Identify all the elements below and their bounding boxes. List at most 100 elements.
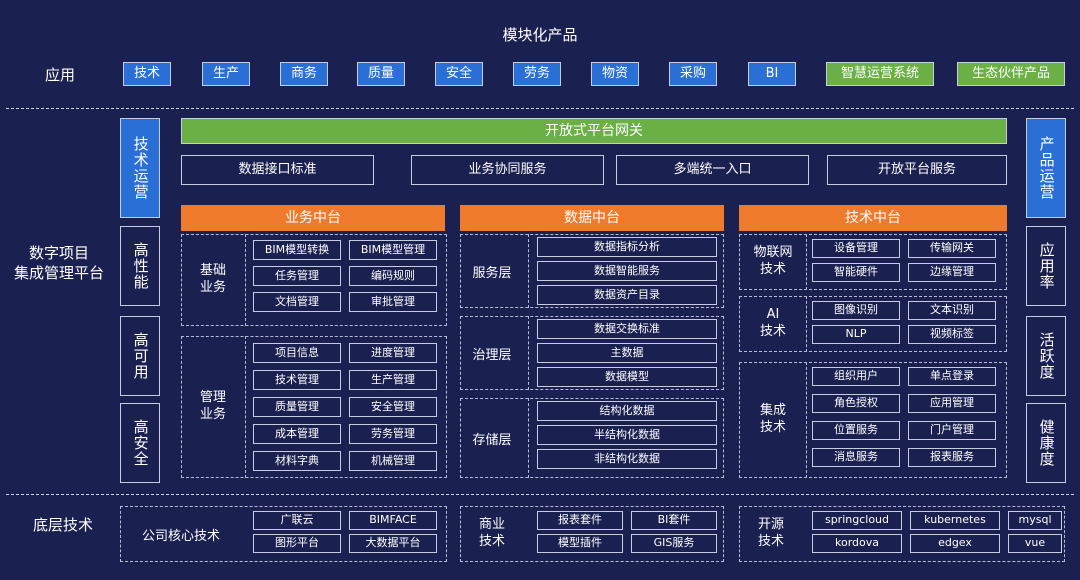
business-item[interactable]: 成本管理: [253, 424, 341, 444]
tech-item[interactable]: 消息服务: [812, 448, 900, 467]
tech-group-divider: [806, 234, 807, 290]
bottom-tech-label: 底层技术: [32, 515, 93, 534]
app-item[interactable]: BI: [748, 62, 796, 86]
app-item[interactable]: 劳务: [513, 62, 561, 86]
business-item[interactable]: BIM模型管理: [349, 240, 437, 260]
tech-item[interactable]: NLP: [812, 325, 900, 344]
data-item[interactable]: 数据智能服务: [537, 261, 717, 281]
app-item[interactable]: 技术: [123, 62, 171, 86]
app-item[interactable]: 物资: [591, 62, 639, 86]
tech-group-divider: [806, 296, 807, 352]
gateway-item[interactable]: 开放平台服务: [827, 155, 1007, 185]
tech-item[interactable]: 门户管理: [908, 421, 996, 440]
data-item[interactable]: 主数据: [537, 343, 717, 363]
right-pillar[interactable]: 产品运营: [1026, 118, 1066, 218]
left-pillar[interactable]: 高性能: [120, 226, 160, 306]
tech-item[interactable]: 组织用户: [812, 367, 900, 386]
business-middle-header: 业务中台: [181, 205, 445, 231]
business-item[interactable]: 文档管理: [253, 292, 341, 312]
business-item[interactable]: 材料字典: [253, 451, 341, 471]
data-item[interactable]: 非结构化数据: [537, 449, 717, 469]
mgmt-business-label: 管理 业务: [199, 390, 226, 422]
business-item[interactable]: 机械管理: [349, 451, 437, 471]
os-tech-item[interactable]: mysql: [1008, 511, 1062, 530]
left-pillar[interactable]: 高可用: [120, 316, 160, 396]
tech-item[interactable]: 传输网关: [908, 239, 996, 258]
gateway-item[interactable]: 多端统一入口: [616, 155, 809, 185]
business-item[interactable]: 技术管理: [253, 370, 341, 390]
tech-group-label: 物联网 技术: [753, 245, 793, 277]
business-item[interactable]: 审批管理: [349, 292, 437, 312]
tech-item[interactable]: 应用管理: [908, 394, 996, 413]
tech-item[interactable]: 图像识别: [812, 301, 900, 320]
os-tech-item[interactable]: vue: [1008, 534, 1062, 553]
app-item-green[interactable]: 生态伙伴产品: [957, 62, 1065, 86]
right-pillar[interactable]: 健康度: [1026, 403, 1066, 483]
right-pillar[interactable]: 应用率: [1026, 226, 1066, 306]
core-tech-item[interactable]: BIMFACE: [349, 511, 437, 530]
data-item[interactable]: 半结构化数据: [537, 425, 717, 445]
tech-item[interactable]: 设备管理: [812, 239, 900, 258]
app-item[interactable]: 商务: [280, 62, 328, 86]
os-tech-label: 开源 技术: [757, 517, 784, 549]
business-item[interactable]: 劳务管理: [349, 424, 437, 444]
base-business-divider: [245, 234, 246, 326]
business-item[interactable]: BIM模型转换: [253, 240, 341, 260]
business-item[interactable]: 安全管理: [349, 397, 437, 417]
data-layer-label: 存储层: [472, 432, 512, 448]
business-item[interactable]: 进度管理: [349, 343, 437, 363]
biz-tech-item[interactable]: GIS服务: [631, 534, 717, 553]
data-middle-header: 数据中台: [460, 205, 724, 231]
data-layer-divider: [528, 398, 529, 478]
tech-group-divider: [806, 362, 807, 478]
gateway-item[interactable]: 业务协同服务: [411, 155, 604, 185]
biz-tech-item[interactable]: 模型插件: [537, 534, 623, 553]
biz-tech-label: 商业 技术: [478, 517, 505, 549]
separator-top: [6, 108, 1074, 109]
platform-gateway-bar[interactable]: 开放式平台网关: [181, 118, 1007, 144]
platform-title: 数字项目 集成管理平台: [13, 243, 104, 282]
data-layer-label: 治理层: [472, 347, 512, 363]
tech-item[interactable]: 单点登录: [908, 367, 996, 386]
mgmt-business-divider: [245, 336, 246, 478]
app-item[interactable]: 采购: [669, 62, 717, 86]
os-tech-item[interactable]: edgex: [910, 534, 1000, 553]
data-item[interactable]: 结构化数据: [537, 401, 717, 421]
left-pillar[interactable]: 技术运营: [120, 118, 160, 218]
business-item[interactable]: 编码规则: [349, 266, 437, 286]
os-tech-item[interactable]: kordova: [812, 534, 902, 553]
tech-item[interactable]: 文本识别: [908, 301, 996, 320]
tech-item[interactable]: 智能硬件: [812, 263, 900, 282]
tech-item[interactable]: 位置服务: [812, 421, 900, 440]
data-item[interactable]: 数据资产目录: [537, 285, 717, 305]
base-business-label: 基础 业务: [199, 263, 226, 295]
page-title: 模块化产品: [502, 25, 578, 44]
business-item[interactable]: 任务管理: [253, 266, 341, 286]
data-item[interactable]: 数据模型: [537, 367, 717, 387]
core-tech-item[interactable]: 大数据平台: [349, 534, 437, 553]
data-item[interactable]: 数据交换标准: [537, 319, 717, 339]
app-item[interactable]: 安全: [435, 62, 483, 86]
tech-item[interactable]: 角色授权: [812, 394, 900, 413]
core-tech-item[interactable]: 图形平台: [253, 534, 341, 553]
os-tech-item[interactable]: kubernetes: [910, 511, 1000, 530]
business-item[interactable]: 生产管理: [349, 370, 437, 390]
core-tech-item[interactable]: 广联云: [253, 511, 341, 530]
tech-item[interactable]: 报表服务: [908, 448, 996, 467]
right-pillar[interactable]: 活跃度: [1026, 316, 1066, 396]
tech-item[interactable]: 边缘管理: [908, 263, 996, 282]
app-row-label: 应用: [44, 65, 75, 84]
business-item[interactable]: 项目信息: [253, 343, 341, 363]
left-pillar[interactable]: 高安全: [120, 403, 160, 483]
biz-tech-item[interactable]: 报表套件: [537, 511, 623, 530]
gateway-item[interactable]: 数据接口标准: [181, 155, 374, 185]
tech-group-label: 集成 技术: [759, 403, 786, 435]
os-tech-item[interactable]: springcloud: [812, 511, 902, 530]
tech-item[interactable]: 视频标签: [908, 325, 996, 344]
data-item[interactable]: 数据指标分析: [537, 237, 717, 257]
app-item-green[interactable]: 智慧运营系统: [826, 62, 934, 86]
app-item[interactable]: 质量: [357, 62, 405, 86]
biz-tech-item[interactable]: BI套件: [631, 511, 717, 530]
business-item[interactable]: 质量管理: [253, 397, 341, 417]
app-item[interactable]: 生产: [202, 62, 250, 86]
